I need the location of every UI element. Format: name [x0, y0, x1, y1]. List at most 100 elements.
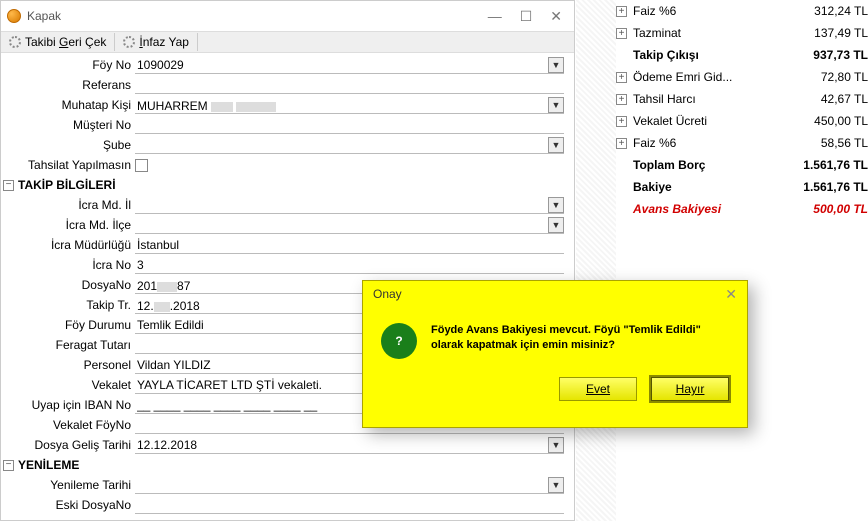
label-takiptr: Takip Tr. — [1, 298, 135, 312]
collapse-yenileme-button[interactable]: − — [3, 460, 14, 471]
maximize-button[interactable]: ☐ — [520, 8, 533, 25]
eskidosyano-input[interactable] — [135, 496, 564, 514]
dialog-message: Föyde Avans Bakiyesi mevcut. Föyü "Temli… — [431, 323, 733, 359]
summary-row: Avans Bakiyesi500,00 TL — [616, 198, 868, 220]
sube-input[interactable] — [135, 136, 564, 154]
dosyagelis-dropdown[interactable]: ▼ — [548, 437, 564, 453]
label-foydurumu: Föy Durumu — [1, 318, 135, 332]
summary-row: Toplam Borç1.561,76 TL — [616, 154, 868, 176]
label-muhatap: Muhatap Kişi — [1, 98, 135, 112]
yenilemetarihi-dropdown[interactable]: ▼ — [548, 477, 564, 493]
collapse-takip-button[interactable]: − — [3, 180, 14, 191]
minimize-button[interactable]: — — [488, 8, 502, 25]
takibi-geri-cek-button[interactable]: Takibi Geri Çek — [1, 33, 115, 51]
label-musteri: Müşteri No — [1, 118, 135, 132]
summary-row: Bakiye1.561,76 TL — [616, 176, 868, 198]
summary-name: Bakiye — [633, 180, 803, 194]
muhatap-dropdown[interactable]: ▼ — [548, 97, 564, 113]
summary-row: + Vekalet Ücreti450,00 TL — [616, 110, 868, 132]
label-foyno: Föy No — [1, 58, 135, 72]
summary-row: + Faiz %6312,24 TL — [616, 0, 868, 22]
label-feragat: Feragat Tutarı — [1, 338, 135, 352]
spinner-icon — [9, 36, 21, 48]
label-personel: Personel — [1, 358, 135, 372]
titlebar: Kapak — ☐ ✕ — [1, 1, 574, 31]
label-yenilemetarihi: Yenileme Tarihi — [1, 478, 135, 492]
summary-amount: 500,00 TL — [813, 202, 868, 216]
summary-panel: +Faiz %6312,24 TL+Tazminat137,49 TLTakip… — [616, 0, 868, 220]
icramd-il-input[interactable] — [135, 196, 564, 214]
summary-amount: 312,24 TL — [814, 4, 868, 18]
label-tahsilat: Tahsilat Yapılmasın — [1, 158, 135, 172]
icramd-ilce-dropdown[interactable]: ▼ — [548, 217, 564, 233]
label-sube: Şube — [1, 138, 135, 152]
label-icramd-il: İcra Md. İl — [1, 198, 135, 212]
toolbar: Takibi Geri Çek İnfaz Yap — [1, 31, 574, 53]
section-yenileme: YENİLEME — [18, 458, 79, 472]
label-icramd-ilce: İcra Md. İlçe — [1, 218, 135, 232]
summary-amount: 1.561,76 TL — [803, 158, 868, 172]
summary-row: Takip Çıkışı937,73 TL — [616, 44, 868, 66]
summary-name: Tazminat — [633, 26, 814, 40]
summary-row: + Ödeme Emri Gid...72,80 TL — [616, 66, 868, 88]
infaz-yap-button[interactable]: İnfaz Yap — [115, 33, 198, 51]
referans-input[interactable] — [135, 76, 564, 94]
foyno-dropdown[interactable]: ▼ — [548, 57, 564, 73]
summary-name: Vekalet Ücreti — [633, 114, 814, 128]
summary-amount: 1.561,76 TL — [803, 180, 868, 194]
close-button[interactable]: ✕ — [550, 8, 562, 25]
expand-button[interactable]: + — [616, 94, 627, 105]
summary-row: + Tazminat137,49 TL — [616, 22, 868, 44]
summary-amount: 42,67 TL — [821, 92, 868, 106]
expand-button[interactable]: + — [616, 116, 627, 127]
foyno-input[interactable] — [135, 56, 564, 74]
summary-amount: 937,73 TL — [813, 48, 868, 62]
label-icrano: İcra No — [1, 258, 135, 272]
splitter-gutter[interactable] — [576, 0, 616, 521]
label-icramud: İcra Müdürlüğü — [1, 238, 135, 252]
sube-dropdown[interactable]: ▼ — [548, 137, 564, 153]
main-window: Kapak — ☐ ✕ Takibi Geri Çek İnfaz Yap Fö… — [0, 0, 575, 521]
yenilemetarihi-input[interactable] — [135, 476, 564, 494]
app-icon — [7, 9, 21, 23]
summary-amount: 137,49 TL — [814, 26, 868, 40]
no-button[interactable]: Hayır — [651, 377, 729, 401]
expand-button[interactable]: + — [616, 6, 627, 17]
summary-row: + Faiz %658,56 TL — [616, 132, 868, 154]
icrano-input[interactable] — [135, 256, 564, 274]
summary-name: Ödeme Emri Gid... — [633, 70, 821, 84]
yes-button[interactable]: Evet — [559, 377, 637, 401]
icramd-ilce-input[interactable] — [135, 216, 564, 234]
muhatap-input[interactable] — [135, 96, 564, 114]
icramd-il-dropdown[interactable]: ▼ — [548, 197, 564, 213]
expand-button[interactable]: + — [616, 138, 627, 149]
summary-amount: 450,00 TL — [814, 114, 868, 128]
section-takip: TAKİP BİLGİLERİ — [18, 178, 116, 192]
summary-name: Toplam Borç — [633, 158, 803, 172]
summary-name: Takip Çıkışı — [633, 48, 813, 62]
window-title: Kapak — [27, 9, 61, 23]
tahsilat-checkbox[interactable] — [135, 159, 148, 172]
dialog-title: Onay — [373, 287, 402, 301]
label-referans: Referans — [1, 78, 135, 92]
label-dosyagelis: Dosya Geliş Tarihi — [1, 438, 135, 452]
label-uyapiban: Uyap için IBAN No — [1, 398, 135, 412]
summary-row: + Tahsil Harcı42,67 TL — [616, 88, 868, 110]
summary-amount: 72,80 TL — [821, 70, 868, 84]
expand-button[interactable]: + — [616, 28, 627, 39]
question-icon: ? — [381, 323, 417, 359]
summary-name: Tahsil Harcı — [633, 92, 821, 106]
label-dosyano: DosyaNo — [1, 278, 135, 292]
label-eskidosyano: Eski DosyaNo — [1, 498, 135, 512]
dialog-close-button[interactable]: ✕ — [725, 286, 737, 303]
summary-name: Faiz %6 — [633, 4, 814, 18]
spinner-icon — [123, 36, 135, 48]
icramud-input[interactable] — [135, 236, 564, 254]
expand-button[interactable]: + — [616, 72, 627, 83]
summary-amount: 58,56 TL — [821, 136, 868, 150]
musteri-input[interactable] — [135, 116, 564, 134]
label-vekaletfoyno: Vekalet FöyNo — [1, 418, 135, 432]
summary-name: Avans Bakiyesi — [633, 202, 813, 216]
dosyagelis-input[interactable] — [135, 436, 564, 454]
summary-name: Faiz %6 — [633, 136, 821, 150]
